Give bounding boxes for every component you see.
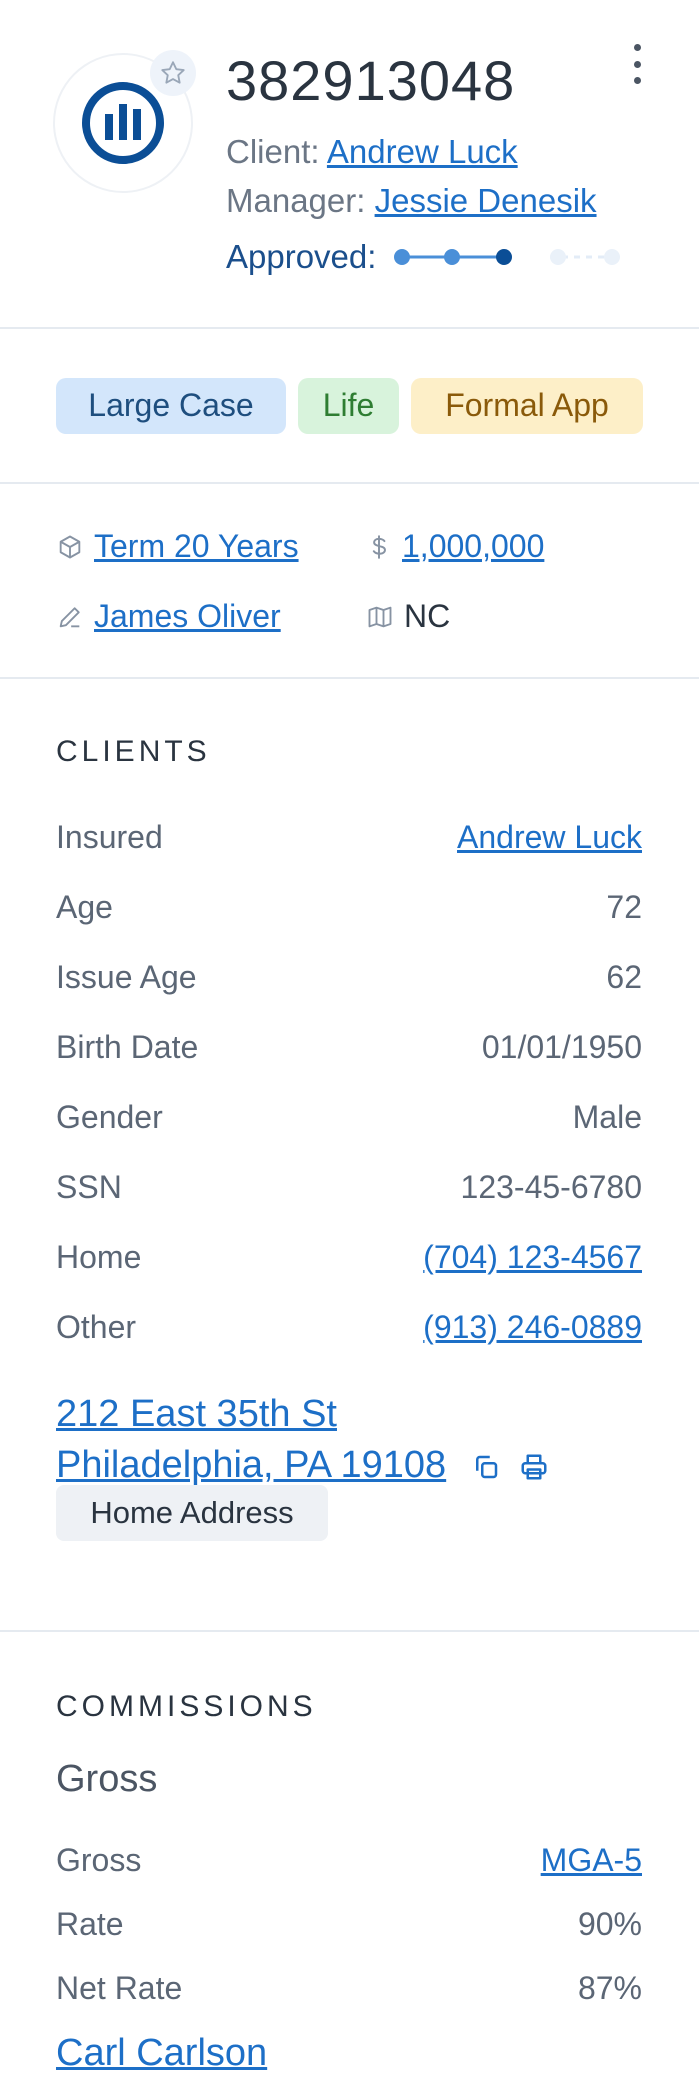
row-label: Birth Date: [56, 1029, 199, 1065]
clients-title: CLIENTS: [56, 735, 211, 768]
commissions-subtitle: Gross: [56, 1758, 158, 1800]
chip-life: Life: [298, 377, 399, 434]
manager-link[interactable]: Jessie Denesik: [375, 182, 597, 219]
clients-section: CLIENTS Insured Andrew Luck Age 72 Issue…: [0, 679, 699, 1630]
manager-line: Manager: Jessie Denesik: [226, 182, 597, 219]
policy-summary: Term 20 Years 1,000,000 James Oliver NC: [0, 484, 699, 677]
row-value: 123-45-6780: [460, 1169, 642, 1205]
row-label: Net Rate: [56, 1970, 183, 2006]
client-address: 212 East 35th St Philadelphia, PA 19108: [56, 1389, 549, 1492]
more-options-button[interactable]: [622, 44, 652, 84]
commission-agent-link[interactable]: Carl Carlson: [56, 2032, 267, 2075]
address-line-2[interactable]: Philadelphia, PA 19108: [56, 1444, 446, 1486]
row-value: 72: [606, 889, 642, 925]
state-value: NC: [404, 598, 451, 634]
client-row-age: Age 72: [56, 889, 642, 926]
approval-step-1: [394, 249, 411, 265]
row-label: Age: [56, 889, 113, 925]
star-icon: [161, 61, 185, 84]
client-row-other-phone: Other (913) 246-0889: [56, 1309, 642, 1346]
gross-link[interactable]: MGA-5: [541, 1842, 642, 1879]
client-row-home-phone: Home (704) 123-4567: [56, 1239, 642, 1276]
row-label: Issue Age: [56, 959, 197, 995]
insured-link[interactable]: Andrew Luck: [457, 819, 642, 856]
product-link[interactable]: Term 20 Years: [94, 528, 299, 565]
print-icon[interactable]: [519, 1452, 549, 1482]
writing-agent-item: James Oliver: [56, 598, 281, 635]
cube-icon: [59, 535, 81, 558]
client-row-ssn: SSN 123-45-6780: [56, 1169, 642, 1206]
client-link[interactable]: Andrew Luck: [327, 133, 518, 170]
address-type-tag: Home Address: [56, 1485, 328, 1541]
copy-icon[interactable]: [471, 1452, 501, 1482]
commissions-title: COMMISSIONS: [56, 1690, 317, 1723]
dollar-icon: [372, 534, 386, 559]
client-row-insured: Insured Andrew Luck: [56, 819, 642, 856]
approval-step-3: [496, 249, 513, 265]
row-value: 87%: [577, 1970, 642, 2006]
row-label: Gross: [56, 1842, 142, 1878]
commission-row-net-rate: Net Rate 87%: [56, 1970, 642, 2007]
state-item: NC: [366, 598, 450, 635]
address-line-1[interactable]: 212 East 35th St: [56, 1393, 337, 1435]
manager-label: Manager:: [226, 182, 366, 219]
other-phone-link[interactable]: (913) 246-0889: [423, 1309, 642, 1346]
more-vertical-icon: [633, 44, 641, 51]
row-value: Male: [572, 1099, 642, 1135]
chip-formal-app: Formal App: [411, 377, 643, 434]
approval-step-2: [444, 249, 461, 265]
row-value: 90%: [577, 1906, 642, 1942]
approval-progress: [394, 249, 621, 265]
client-label: Client:: [226, 133, 320, 170]
row-label: Home: [56, 1239, 142, 1275]
case-tags: Large Case Life Formal App: [0, 329, 699, 482]
approval-step-4: [550, 249, 567, 265]
map-icon: [368, 606, 392, 627]
row-label: Gender: [56, 1099, 163, 1135]
row-value: 01/01/1950: [481, 1029, 642, 1065]
client-row-issue-age: Issue Age 62: [56, 959, 642, 996]
favorite-button[interactable]: [150, 50, 196, 96]
pencil-icon: [59, 606, 80, 627]
row-value: 62: [606, 959, 642, 995]
approval-step-5: [604, 249, 621, 265]
home-phone-link[interactable]: (704) 123-4567: [423, 1239, 642, 1276]
client-row-gender: Gender Male: [56, 1099, 642, 1136]
approval-status: Approved:: [226, 238, 630, 276]
row-label: Other: [56, 1309, 137, 1345]
commissions-section: COMMISSIONS Gross Gross MGA-5 Rate 90% N…: [0, 1632, 699, 2082]
writing-agent-link[interactable]: James Oliver: [94, 598, 281, 635]
row-label: SSN: [56, 1169, 122, 1205]
client-line: Client: Andrew Luck: [226, 133, 518, 170]
commission-row-rate: Rate 90%: [56, 1906, 642, 1943]
product-item: Term 20 Years: [56, 528, 299, 565]
face-amount-link[interactable]: 1,000,000: [402, 528, 544, 565]
row-label: Insured: [56, 819, 163, 855]
client-row-birth-date: Birth Date 01/01/1950: [56, 1029, 642, 1066]
commission-row-gross: Gross MGA-5: [56, 1842, 642, 1879]
chip-large-case: Large Case: [56, 377, 286, 434]
carrier-logo-icon: [82, 82, 164, 164]
approved-label: Approved:: [226, 238, 377, 275]
row-label: Rate: [56, 1906, 124, 1942]
policy-number: 382913048: [226, 49, 516, 112]
face-amount-item: 1,000,000: [366, 528, 544, 565]
policy-header: 382913048 Client: Andrew Luck Manager: J…: [0, 0, 699, 327]
